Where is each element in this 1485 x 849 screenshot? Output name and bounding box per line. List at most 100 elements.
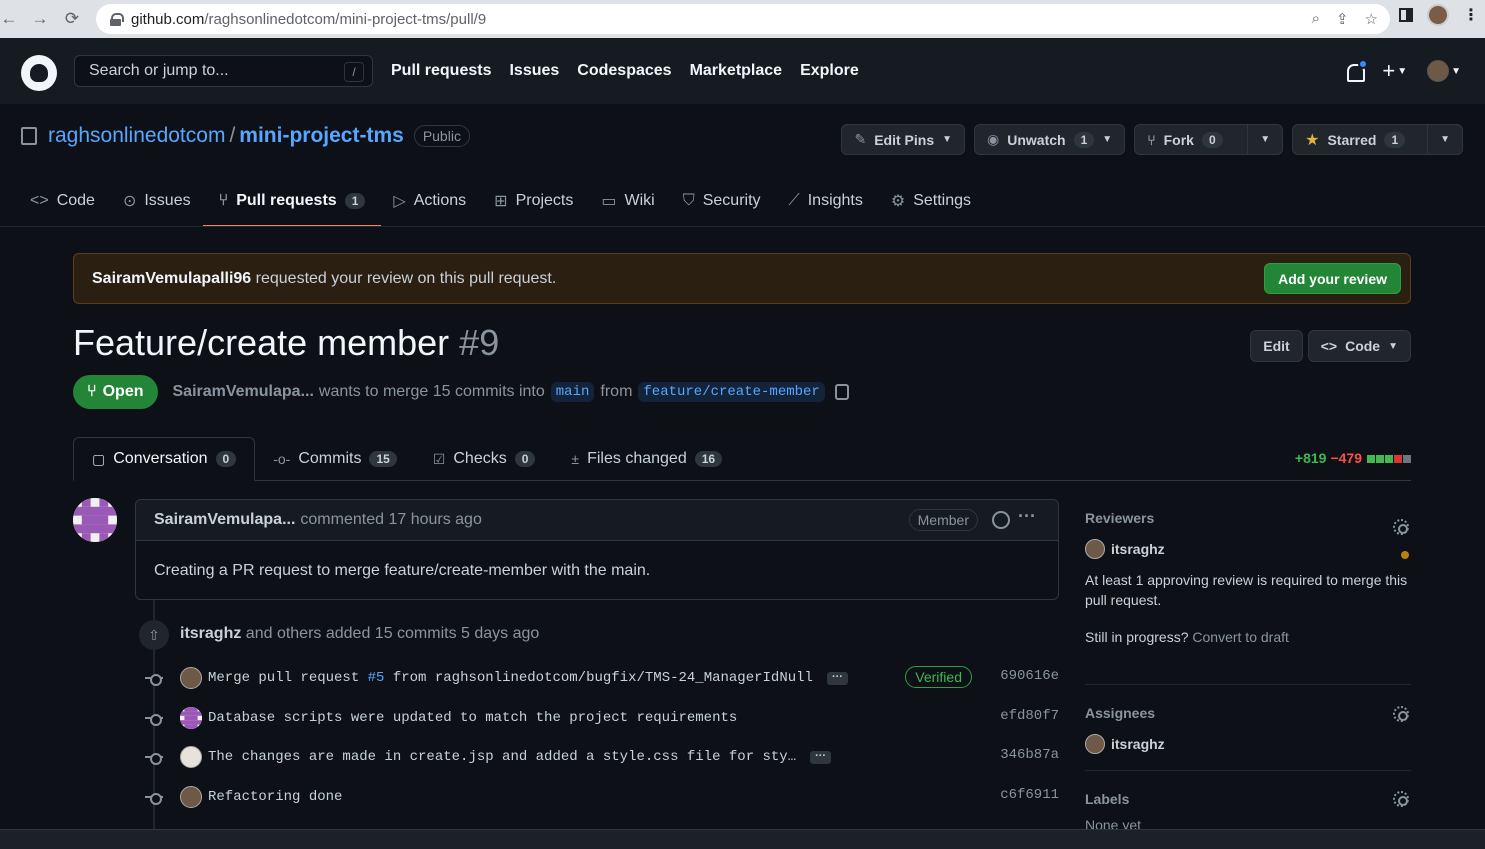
chevron-down-icon: ▼ <box>1451 65 1461 77</box>
tab-settings[interactable]: ⚙ Settings <box>877 186 985 216</box>
expand-message-button[interactable]: ··· <box>810 750 832 764</box>
commit-message[interactable]: The changes are made in create.jsp and a… <box>208 749 796 765</box>
user-menu[interactable]: ▼ <box>1427 60 1461 82</box>
book-icon: ▭ <box>601 193 617 210</box>
tab-label: Actions <box>413 192 467 209</box>
tab-actions[interactable]: ▷ Actions <box>379 186 480 216</box>
tab-wiki[interactable]: ▭ Wiki <box>587 186 668 216</box>
commit-sha-link[interactable]: 690616e <box>1000 668 1059 684</box>
repo-tabs: <> Code ⊙ Issues ⑂ Pull requests 1 ▷ Actions … <box>30 186 985 228</box>
unwatch-button[interactable]: ◉ Unwatch 1 ▼ <box>974 124 1126 155</box>
avatar[interactable] <box>180 667 202 689</box>
commit-message[interactable]: Merge pull request #5 from raghsonlinedo… <box>208 670 813 686</box>
tab-insights[interactable]: ⟋ Insights <box>775 186 877 216</box>
avatar[interactable] <box>180 746 202 768</box>
pr-reference-link[interactable]: #5 <box>368 670 385 686</box>
labels-section: Labels None yet <box>1085 771 1411 833</box>
repo-name-link[interactable]: mini-project-tms <box>239 124 404 148</box>
tab-files-changed[interactable]: ± Files changed 16 <box>553 437 740 481</box>
commit-message[interactable]: Refactoring done <box>208 789 342 805</box>
review-request-text: requested your review on this pull reque… <box>255 269 557 287</box>
diffstat-block-add <box>1367 455 1375 463</box>
commit-sha-link[interactable]: 346b87a <box>1000 747 1059 763</box>
tab-projects[interactable]: ⊞ Projects <box>480 186 587 216</box>
nav-marketplace[interactable]: Marketplace <box>690 62 783 80</box>
labels-title[interactable]: Labels <box>1085 791 1411 807</box>
gear-icon[interactable] <box>1393 791 1409 807</box>
avatar[interactable] <box>73 498 117 542</box>
commit-message[interactable]: Database scripts were updated to match t… <box>208 710 737 726</box>
starred-button[interactable]: ★ Starred 1 ▼ <box>1292 124 1463 155</box>
assignees-title[interactable]: Assignees <box>1085 705 1411 721</box>
comment-meta[interactable]: commented 17 hours ago <box>300 511 481 529</box>
address-bar[interactable]: github.com/raghsonlinedotcom/mini-projec… <box>96 4 1390 34</box>
reviewer-item[interactable]: itsraghz <box>1085 539 1411 559</box>
tab-issues[interactable]: ⊙ Issues <box>109 186 205 216</box>
fork-dropdown[interactable]: ▼ <box>1247 125 1282 154</box>
nav-pull-requests[interactable]: Pull requests <box>391 62 491 80</box>
tab-checks[interactable]: ☑ Checks 0 <box>415 437 554 481</box>
nav-codespaces[interactable]: Codespaces <box>577 62 671 80</box>
fork-count: 0 <box>1201 131 1223 148</box>
github-logo-icon[interactable] <box>21 55 57 91</box>
kebab-horizontal-icon[interactable]: ··· <box>1018 506 1036 527</box>
nav-explore[interactable]: Explore <box>800 62 859 80</box>
comment-header: SairamVemulapa... commented 17 hours ago… <box>136 500 1058 541</box>
add-review-button[interactable]: Add your review <box>1264 263 1401 294</box>
browser-profile-avatar[interactable] <box>1427 4 1449 26</box>
side-panel-icon[interactable] <box>1399 8 1413 22</box>
pr-author-link[interactable]: SairamVemulapa... <box>173 383 314 401</box>
zoom-icon[interactable]: ⌕ <box>1312 10 1320 28</box>
comment-author[interactable]: SairamVemulapa... <box>154 511 295 529</box>
gear-icon[interactable] <box>1393 706 1409 722</box>
tab-security[interactable]: ⛉ Security <box>669 186 775 216</box>
reviewers-title[interactable]: Reviewers <box>1085 510 1411 526</box>
assignee-item[interactable]: itsraghz <box>1085 734 1411 754</box>
head-branch[interactable]: feature/create-member <box>638 382 825 402</box>
visibility-badge: Public <box>413 125 470 147</box>
nav-issues[interactable]: Issues <box>509 62 559 80</box>
repo-separator: / <box>229 124 236 147</box>
smiley-icon[interactable] <box>992 511 1010 529</box>
draft-question: Still in progress? <box>1085 629 1189 645</box>
base-branch[interactable]: main <box>550 382 595 402</box>
tab-code[interactable]: <> Code <box>30 186 109 216</box>
tab-commits[interactable]: -o- Commits 15 <box>255 437 415 481</box>
expand-message-button[interactable]: ··· <box>826 671 848 685</box>
state-label: Open <box>102 383 144 400</box>
commit-sha-link[interactable]: efd80f7 <box>1000 708 1059 724</box>
search-input[interactable]: Search or jump to... / <box>74 55 373 87</box>
reload-icon[interactable]: ⟳ <box>62 4 82 34</box>
notifications-bell-icon[interactable] <box>1346 59 1369 82</box>
commit-icon <box>145 709 163 727</box>
forward-icon[interactable]: → <box>18 4 62 34</box>
create-new-menu[interactable]: + ▼ <box>1382 58 1407 84</box>
commit-sha-link[interactable]: c6f6911 <box>1000 787 1059 803</box>
star-list-dropdown[interactable]: ▼ <box>1427 125 1462 154</box>
chevron-down-icon: ▼ <box>1440 134 1450 145</box>
window-bottom-edge <box>0 829 1485 849</box>
share-icon[interactable]: ⇪ <box>1336 10 1349 28</box>
bookmark-star-icon[interactable]: ☆ <box>1365 10 1378 28</box>
fork-button[interactable]: ⑂ Fork 0 ▼ <box>1134 124 1284 155</box>
back-icon[interactable]: ← <box>0 4 18 34</box>
tab-conversation[interactable]: ▢ Conversation 0 <box>73 437 256 481</box>
tab-pull-requests[interactable]: ⑂ Pull requests 1 <box>202 186 382 227</box>
avatar[interactable] <box>180 786 202 808</box>
diffstat-block-del <box>1394 455 1402 463</box>
code-dropdown-button[interactable]: <> Code ▼ <box>1307 330 1411 362</box>
star-filled-icon: ★ <box>1305 131 1320 149</box>
commits-actor[interactable]: itsraghz <box>180 625 241 642</box>
gear-icon[interactable] <box>1393 519 1409 535</box>
file-diff-icon: ± <box>571 451 580 467</box>
convert-to-draft-link[interactable]: Convert to draft <box>1192 629 1289 645</box>
avatar[interactable] <box>180 707 202 729</box>
edit-title-button[interactable]: Edit <box>1250 330 1303 362</box>
verified-badge[interactable]: Verified <box>905 666 972 688</box>
repo-owner-link[interactable]: raghsonlinedotcom <box>48 124 225 148</box>
edit-pins-button[interactable]: ✎ Edit Pins ▼ <box>841 124 966 155</box>
copy-icon[interactable] <box>834 384 849 400</box>
list-item: Merge pull request #5 from raghsonlinedo… <box>145 666 1059 690</box>
browser-menu-icon[interactable]: ⋮ <box>1463 5 1479 25</box>
tab-count: 15 <box>369 451 397 467</box>
